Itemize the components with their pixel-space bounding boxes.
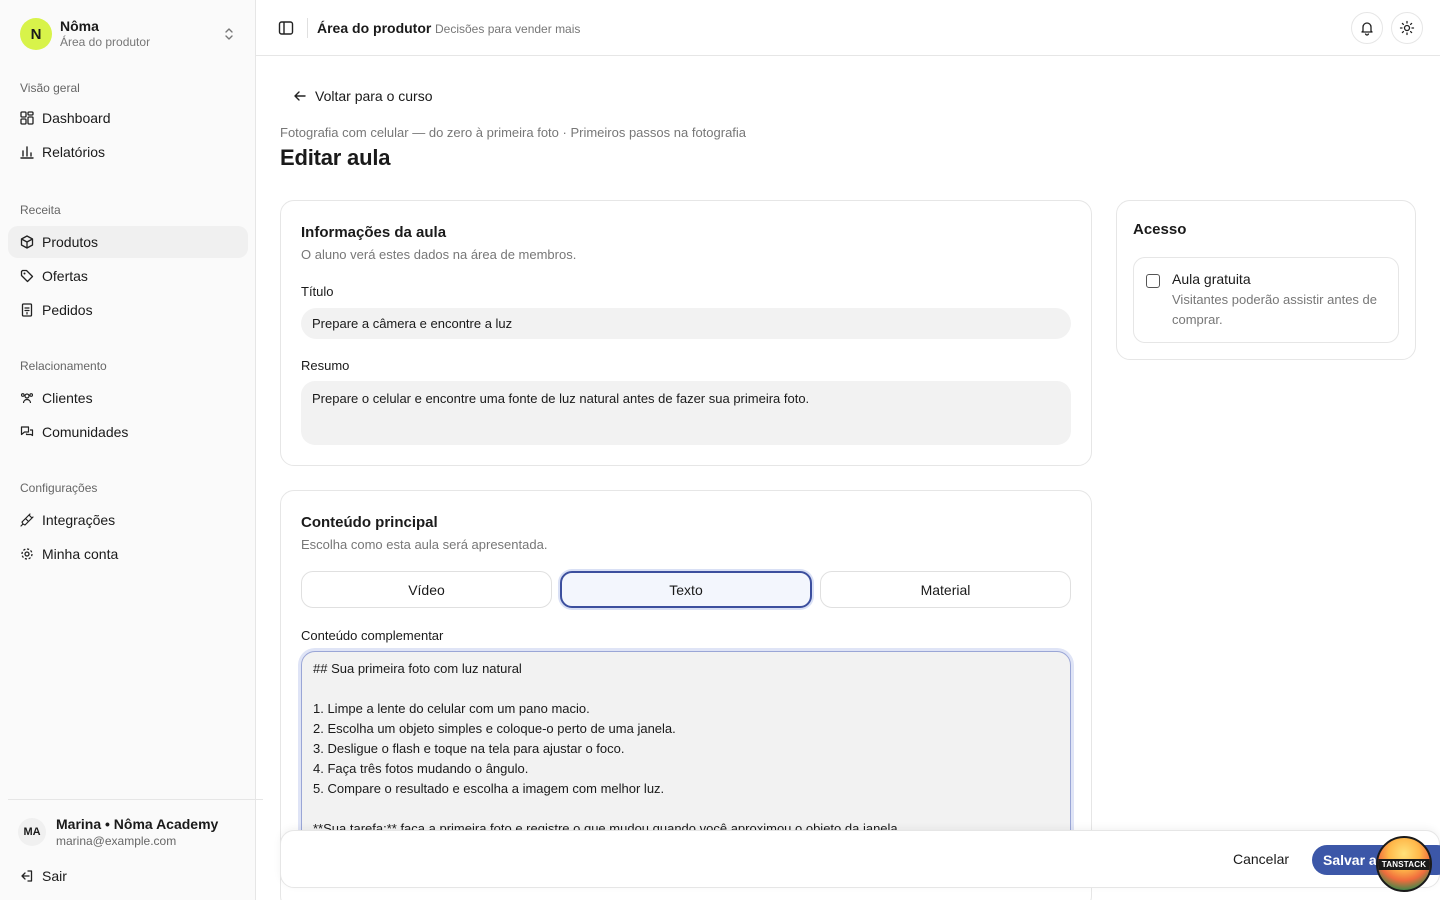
sidebar: N Nôma Área do produtor Visão geral Dash… xyxy=(0,0,263,900)
chart-icon xyxy=(20,145,34,159)
nav-section-relationship: Relacionamento Clientes Comunidades xyxy=(8,356,248,448)
sidebar-toggle-icon[interactable] xyxy=(277,19,295,37)
tanstack-devtools-button[interactable]: TANSTACK xyxy=(1376,836,1432,892)
notifications-button[interactable] xyxy=(1351,12,1383,44)
title-input[interactable]: Prepare a câmera e encontre a luz xyxy=(301,308,1071,339)
back-link-label: Voltar para o curso xyxy=(315,88,433,104)
avatar: MA xyxy=(18,818,46,846)
dashboard-icon xyxy=(20,111,34,125)
sidebar-item-label: Produtos xyxy=(42,234,99,250)
sidebar-item-label: Relatórios xyxy=(42,144,106,160)
chevron-up-down-icon xyxy=(225,28,233,40)
brand-name: Nôma xyxy=(60,17,99,34)
free-lesson-label: Aula gratuita xyxy=(1172,271,1251,287)
arrow-left-icon xyxy=(294,91,306,101)
sidebar-item-relatorios[interactable]: Relatórios xyxy=(8,136,248,168)
logout-icon xyxy=(21,870,33,882)
users-icon xyxy=(20,391,34,405)
nav-section-overview: Visão geral Dashboard Relatórios xyxy=(8,78,248,168)
summary-field-label: Resumo xyxy=(301,358,350,373)
nav-section-title: Visão geral xyxy=(20,81,80,95)
sidebar-item-label: Minha conta xyxy=(42,546,119,562)
sidebar-item-dashboard[interactable]: Dashboard xyxy=(8,102,248,134)
plug-icon xyxy=(20,513,34,527)
tag-icon xyxy=(20,269,34,283)
content-editor[interactable]: ## Sua primeira foto com luz natural 1. … xyxy=(301,651,1071,851)
nav-section-title: Configurações xyxy=(20,481,98,495)
title-field-label: Título xyxy=(301,284,334,299)
back-to-course-link[interactable]: Voltar para o curso xyxy=(293,86,433,106)
sidebar-item-ofertas[interactable]: Ofertas xyxy=(8,260,248,292)
sidebar-item-label: Dashboard xyxy=(42,110,111,126)
nav-section-revenue: Receita Produtos Ofertas Pedidos xyxy=(8,200,248,326)
box-icon xyxy=(20,235,34,249)
nav-section-title: Relacionamento xyxy=(20,359,107,373)
tanstack-logo: TANSTACK xyxy=(1378,859,1430,870)
sidebar-item-comunidades[interactable]: Comunidades xyxy=(8,416,248,448)
user-menu: MA Marina • Nôma Academy marina@example.… xyxy=(8,799,263,884)
sidebar-item-clientes[interactable]: Clientes xyxy=(8,382,248,414)
card-description: O aluno verá estes dados na área de memb… xyxy=(301,247,577,262)
receipt-icon xyxy=(20,303,34,317)
sidebar-item-integracoes[interactable]: Integrações xyxy=(8,504,248,536)
lesson-info-card: Informações da aula O aluno verá estes d… xyxy=(280,200,1092,466)
card-title: Acesso xyxy=(1133,221,1187,238)
tab-material[interactable]: Material xyxy=(820,571,1071,608)
user-email: marina@example.com xyxy=(56,834,177,848)
sidebar-item-label: Comunidades xyxy=(42,424,129,440)
free-lesson-description: Visitantes poderão assistir antes de com… xyxy=(1172,292,1377,327)
sidebar-item-label: Clientes xyxy=(42,390,93,406)
card-title: Informações da aula xyxy=(301,224,447,241)
user-name: Marina • Nôma Academy xyxy=(56,816,219,832)
chat-icon xyxy=(20,425,34,439)
nav-section-settings: Configurações Integrações Minha conta xyxy=(8,478,248,570)
brand-subtitle: Área do produtor xyxy=(60,34,151,49)
sidebar-item-label: Integrações xyxy=(42,512,116,528)
nav-section-title: Receita xyxy=(20,203,61,217)
sidebar-item-produtos[interactable]: Produtos xyxy=(8,226,248,258)
sidebar-item-label: Pedidos xyxy=(42,302,93,318)
cancel-button[interactable]: Cancelar xyxy=(1233,851,1289,867)
sidebar-item-pedidos[interactable]: Pedidos xyxy=(8,294,248,326)
sidebar-item-minha-conta[interactable]: Minha conta xyxy=(8,538,248,570)
bell-icon xyxy=(1361,22,1373,36)
editor-label: Conteúdo complementar xyxy=(301,628,444,643)
summary-textarea[interactable]: Prepare o celular e encontre uma fonte d… xyxy=(301,381,1071,445)
gear-icon xyxy=(20,547,34,561)
header-title: Área do produtor xyxy=(317,20,432,36)
sun-icon xyxy=(1399,20,1415,36)
card-title: Conteúdo principal xyxy=(301,514,438,531)
top-header: Área do produtor Decisões para vender ma… xyxy=(256,0,1440,56)
access-card: Acesso Aula gratuita Visitantes poderão … xyxy=(1116,200,1416,360)
free-lesson-checkbox[interactable] xyxy=(1146,274,1160,288)
sidebar-item-label: Ofertas xyxy=(42,268,88,284)
header-divider xyxy=(307,18,308,38)
tab-texto[interactable]: Texto xyxy=(560,571,812,608)
header-subtitle: Decisões para vender mais xyxy=(435,22,581,36)
brand-logo: N xyxy=(20,18,52,50)
user-profile[interactable]: MA Marina • Nôma Academy marina@example.… xyxy=(8,800,263,852)
action-bar: Cancelar Salvar aula xyxy=(280,830,1440,888)
theme-toggle-button[interactable] xyxy=(1391,12,1423,44)
workspace-switcher[interactable]: N Nôma Área do produtor xyxy=(20,14,244,54)
free-lesson-option[interactable]: Aula gratuita Visitantes poderão assisti… xyxy=(1133,257,1399,343)
card-description: Escolha como esta aula será apresentada. xyxy=(301,537,548,552)
page-title: Editar aula xyxy=(280,145,391,170)
breadcrumb: Fotografia com celular — do zero à prime… xyxy=(280,125,747,140)
tab-video[interactable]: Vídeo xyxy=(301,571,552,608)
logout-label: Sair xyxy=(42,868,67,884)
logout-button[interactable]: Sair xyxy=(20,864,67,888)
